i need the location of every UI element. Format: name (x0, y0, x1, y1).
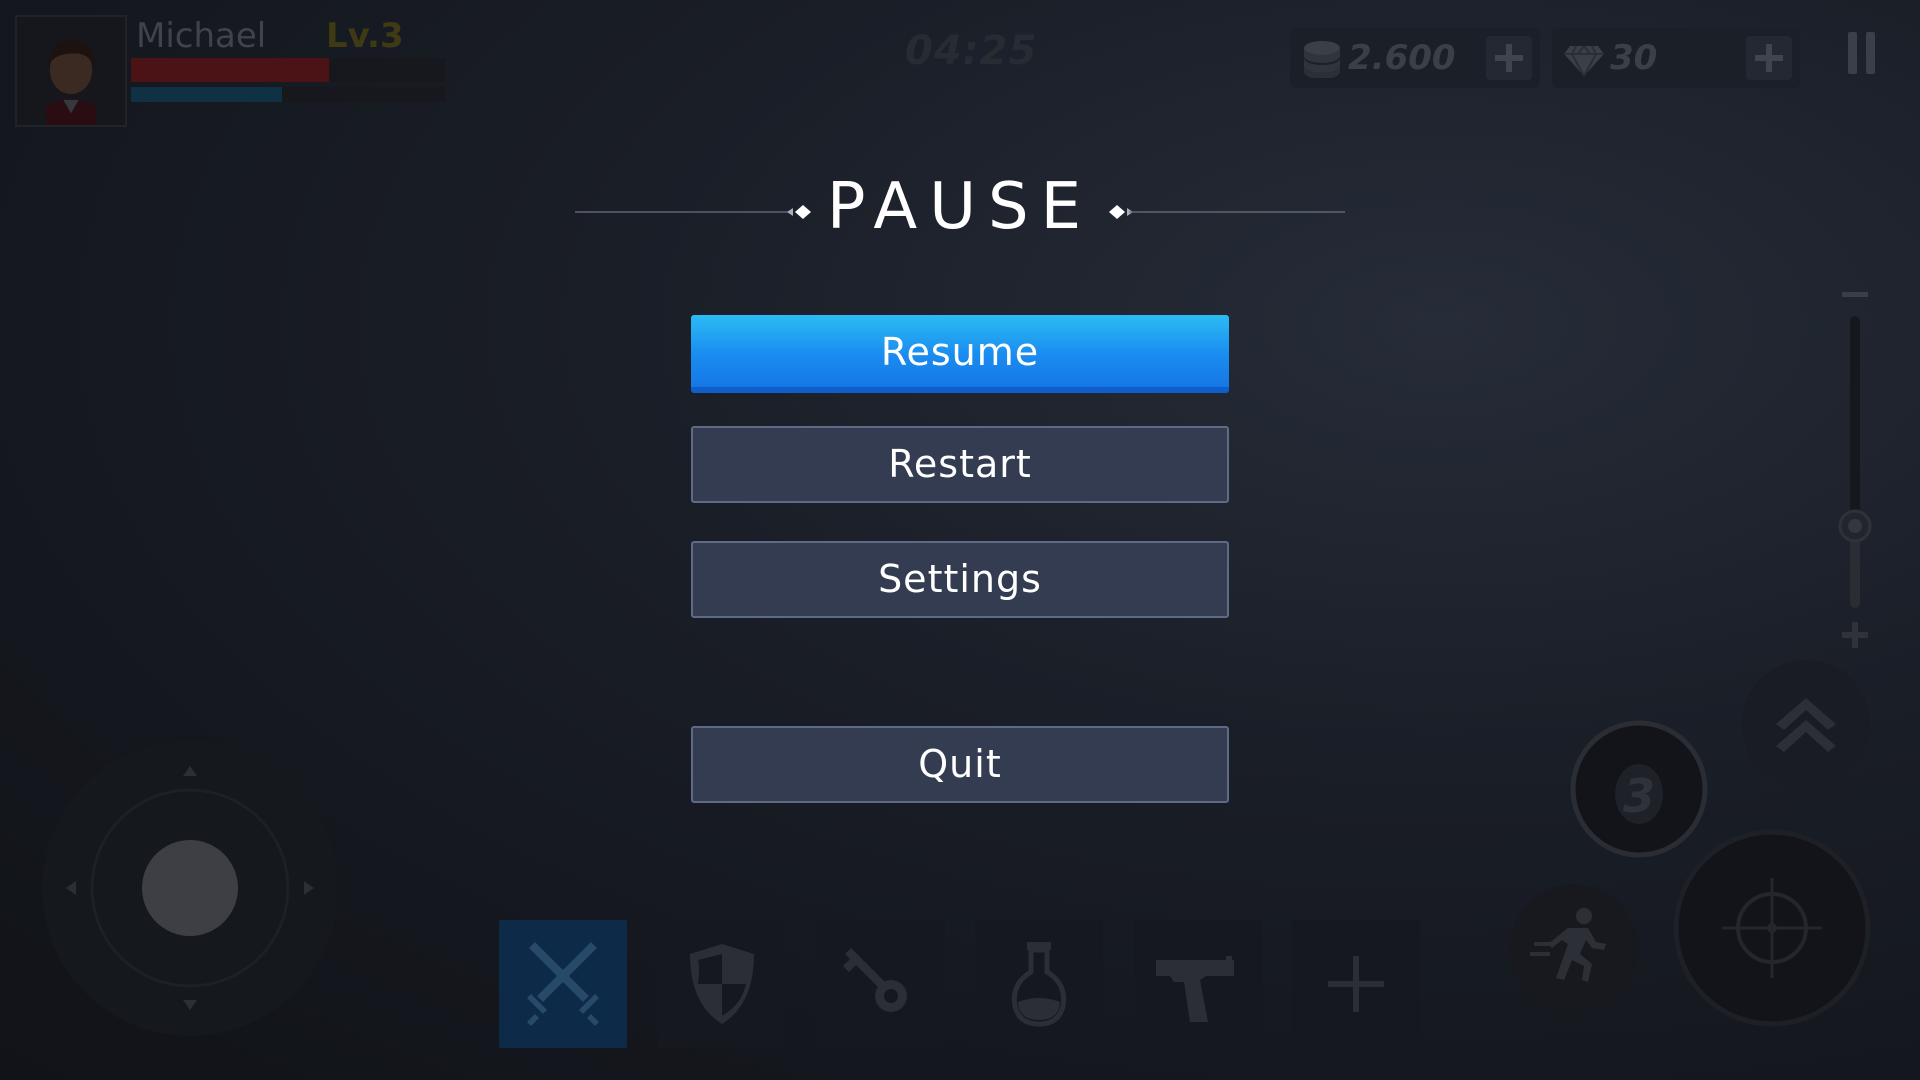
player-avatar (15, 15, 127, 127)
grenade-count: 3 (1623, 769, 1655, 823)
diamond-icon (1564, 45, 1604, 77)
item-slot-key[interactable] (817, 920, 945, 1048)
coin-stack-icon (1304, 41, 1340, 78)
player-level: Lv.3 (326, 16, 404, 56)
crosshair-icon (1673, 829, 1871, 1027)
plus-icon (1328, 956, 1384, 1012)
buy-coins-button[interactable] (1486, 36, 1532, 80)
resume-button[interactable]: Resume (691, 315, 1229, 393)
crossed-swords-icon (527, 942, 599, 1026)
potion-flask-icon (1011, 942, 1067, 1027)
shield-icon (690, 944, 754, 1024)
sprint-button[interactable] (1508, 882, 1640, 1014)
double-chevron-up-icon (1742, 660, 1870, 788)
pause-icon-bar (1866, 32, 1875, 74)
minus-icon (1842, 292, 1868, 297)
key-icon (843, 948, 907, 1012)
health-bar-fill (131, 58, 329, 82)
buy-gems-button[interactable] (1746, 36, 1792, 80)
player-name: Michael (136, 16, 267, 56)
item-slot-add[interactable] (1292, 920, 1420, 1048)
pistol-icon (1156, 956, 1234, 1022)
match-timer: 04:25 (905, 28, 1038, 74)
quit-button[interactable]: Quit (691, 726, 1229, 803)
coins-value: 2.600 (1348, 38, 1456, 78)
running-man-icon (1510, 884, 1638, 1012)
movement-joystick[interactable] (40, 738, 340, 1038)
restart-button[interactable]: Restart (691, 426, 1229, 503)
coins-counter: 2.600 (1290, 28, 1540, 88)
mana-bar-fill (131, 87, 282, 102)
zoom-slider[interactable] (1836, 288, 1874, 658)
health-bar (131, 58, 445, 82)
jump-button[interactable] (1740, 658, 1872, 790)
pause-icon (1848, 32, 1857, 74)
item-slot-shield[interactable] (658, 920, 786, 1048)
item-slot-gun[interactable] (1134, 920, 1262, 1048)
gems-counter: 30 (1552, 28, 1800, 88)
item-slot-potion[interactable] (975, 920, 1103, 1048)
title-divider-right (1105, 202, 1345, 222)
plus-icon (1495, 44, 1523, 72)
pause-title: PAUSE (826, 170, 1094, 244)
settings-button[interactable]: Settings (691, 541, 1229, 618)
joystick-knob (142, 840, 238, 936)
item-slot-attack[interactable] (499, 920, 627, 1048)
aim-fire-button[interactable] (1672, 828, 1872, 1028)
mana-bar (131, 87, 445, 102)
pause-button[interactable] (1844, 32, 1880, 76)
plus-icon (1755, 44, 1783, 72)
gems-value: 30 (1610, 38, 1658, 78)
